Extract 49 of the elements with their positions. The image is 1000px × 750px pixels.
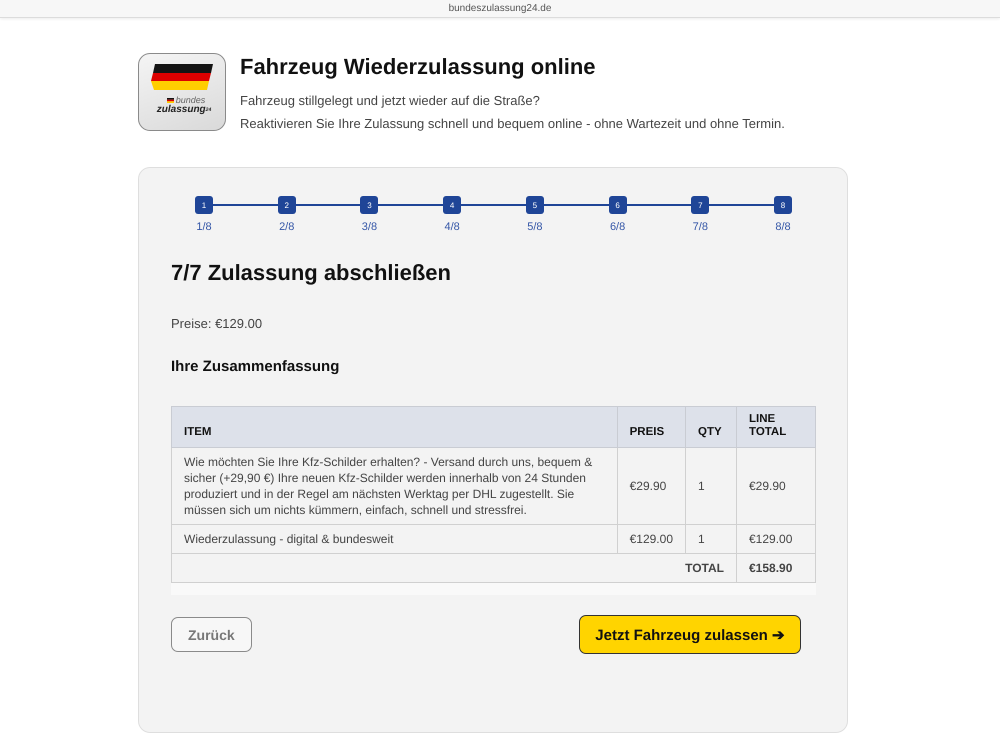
- step-label: 6/8: [610, 221, 626, 234]
- step-label: 3/8: [362, 221, 378, 234]
- mini-flag-icon: [166, 98, 174, 103]
- step-number: 6: [608, 196, 627, 214]
- step-number: 5: [526, 196, 544, 214]
- step-connector: [378, 204, 444, 206]
- step-label: 7/8: [692, 221, 708, 234]
- step-connector: [461, 204, 526, 206]
- step-label: 5/8: [527, 221, 543, 234]
- table-cell: 1: [686, 448, 736, 524]
- table-cell: €29.90: [736, 448, 816, 524]
- step-number: 2: [278, 196, 296, 214]
- summary-title: Ihre Zusammenfassung: [171, 357, 340, 377]
- column-header: LINE TOTAL: [736, 406, 816, 448]
- step-number: 4: [443, 196, 462, 214]
- column-header: PREIS: [617, 406, 686, 448]
- column-header: ITEM: [172, 406, 618, 448]
- step-connector: [544, 204, 609, 206]
- step-label: 8/8: [775, 221, 791, 234]
- flag-icon: [151, 64, 213, 90]
- step-connector: [709, 204, 774, 206]
- page-title: Fahrzeug Wiederzulassung online: [240, 53, 597, 81]
- table-cell: €129.00: [736, 524, 816, 554]
- url-text: bundeszulassung24.de: [448, 2, 552, 16]
- table-cell: €129.00: [617, 524, 686, 554]
- step-heading: 7/7 Zulassung abschließen: [171, 259, 452, 286]
- step-number: 3: [360, 196, 378, 214]
- step-connector: [296, 204, 360, 206]
- table-cell: Wiederzulassung - digital & bundesweit: [172, 524, 618, 554]
- total-label: TOTAL: [172, 554, 736, 582]
- step-connector: [213, 204, 278, 206]
- table-cell: 1: [686, 524, 736, 554]
- step-label: 1/8: [196, 221, 212, 234]
- total-value: €158.90: [736, 554, 816, 582]
- step-number: 8: [774, 196, 792, 214]
- table-cell: Wie möchten Sie Ihre Kfz-Schilder erhalten? - Versand durch uns, bequem & sicher (+29,90 €) Ihre neuen Kfz-Schilder werden innerhalb von 24 Stunden produziert und in der Regel am nächsten Werktag per DHL zugestellt. Sie müssen sich um nichts kümmern, einfach, schnell und stressfrei.: [172, 448, 618, 524]
- intro-text: Fahrzeug stillgelegt und jetzt wieder auf die Straße?: [240, 92, 541, 110]
- submit-button[interactable]: Jetzt Fahrzeug zulassen ➔: [579, 615, 801, 654]
- table-cell: €29.90: [617, 448, 686, 524]
- step-label: 2/8: [279, 221, 294, 234]
- price-text: Preise: €129.00: [171, 315, 264, 333]
- intro-text: Reaktivieren Sie Ihre Zulassung schnell und bequem online - ohne Wartezeit und ohne Termin.: [240, 115, 785, 133]
- back-button[interactable]: Zurück: [171, 617, 252, 652]
- step-label: 4/8: [444, 221, 460, 234]
- column-header: QTY: [686, 406, 736, 448]
- step-number: 1: [195, 196, 213, 214]
- logo-text: bundes: [176, 96, 206, 105]
- step-number: 7: [691, 196, 710, 214]
- step-connector: [626, 204, 692, 206]
